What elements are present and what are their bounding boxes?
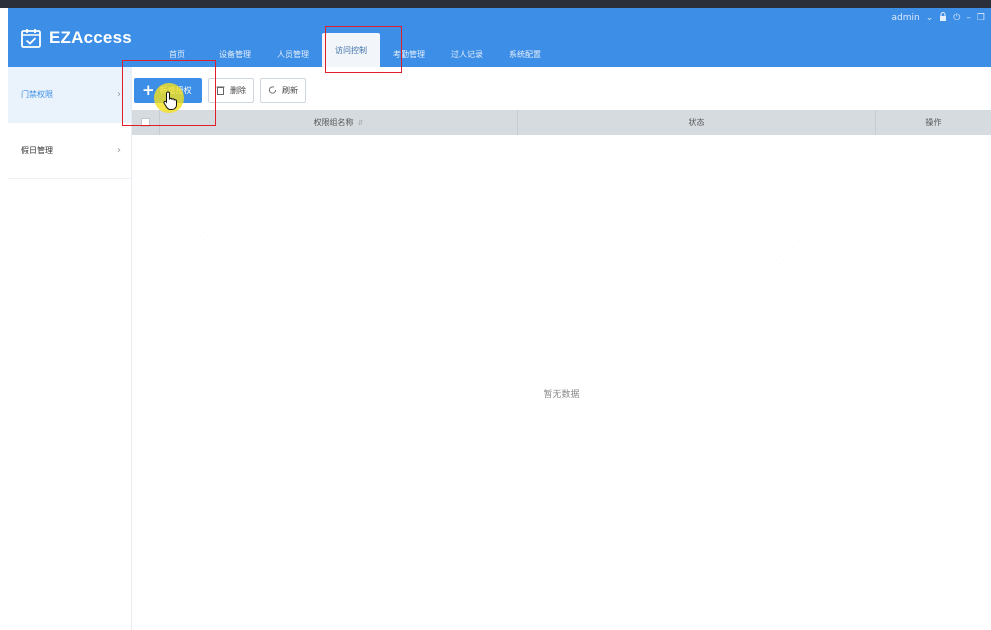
refresh-label: 刷新: [282, 86, 298, 95]
tab-system-config[interactable]: 系统配置: [496, 41, 554, 67]
column-header-name[interactable]: 权限组名称 ⇵: [160, 110, 518, 135]
main-nav: 首页 设备管理 人员管理 访问控制 考勤管理 过人记录 系统配置: [148, 8, 554, 67]
app-name: EZAccess: [49, 28, 132, 47]
watermark: · · · · · ·: [492, 338, 524, 366]
tab-home[interactable]: 首页: [148, 41, 206, 67]
chevron-right-icon: ›: [117, 89, 121, 100]
sidebar-item-label: 假日管理: [21, 146, 53, 155]
table-header: 权限组名称 ⇵ 状态 操作: [132, 110, 991, 135]
column-action-label: 操作: [925, 118, 942, 127]
column-status-label: 状态: [688, 118, 705, 127]
refresh-icon: [268, 85, 277, 97]
username[interactable]: admin: [892, 13, 920, 23]
power-icon[interactable]: ⏻: [953, 13, 960, 23]
lock-icon[interactable]: [939, 12, 947, 24]
column-name-label: 权限组名称: [313, 118, 354, 127]
app-logo[interactable]: EZAccess: [20, 26, 132, 50]
tab-access-control[interactable]: 访问控制: [322, 33, 380, 67]
column-header-status: 状态: [518, 110, 876, 135]
checkbox-icon: [141, 118, 150, 127]
watermark: · · · · · ·: [772, 238, 804, 266]
trash-icon: [216, 85, 225, 97]
delete-label: 删除: [230, 86, 246, 95]
plus-icon: +: [142, 81, 155, 99]
sidebar-item-label: 门禁权限: [21, 90, 53, 99]
app-window: EZAccess 首页 设备管理 人员管理 访问控制 考勤管理 过人记录 系统配…: [0, 0, 991, 630]
watermark: · · · · · ·: [192, 218, 224, 246]
minimize-icon[interactable]: –: [966, 13, 971, 23]
tab-pass-records[interactable]: 过人记录: [438, 41, 496, 67]
tab-personnel-management[interactable]: 人员管理: [264, 41, 322, 67]
user-area: admin ⌄ ⏻ – ❐: [892, 12, 985, 24]
hand-cursor-icon: [163, 91, 179, 115]
chevron-down-icon[interactable]: ⌄: [926, 13, 934, 23]
chevron-right-icon: ›: [117, 145, 121, 156]
delete-button[interactable]: 删除: [208, 78, 254, 103]
tab-attendance-management[interactable]: 考勤管理: [380, 41, 438, 67]
sidebar-item-holiday-management[interactable]: 假日管理 ›: [8, 123, 131, 179]
column-header-action: 操作: [876, 110, 991, 135]
title-strip: [0, 0, 991, 8]
sidebar: 门禁权限 › 假日管理 ›: [8, 67, 132, 630]
sidebar-item-access-permissions[interactable]: 门禁权限 ›: [8, 67, 131, 123]
select-all-checkbox[interactable]: [132, 110, 160, 135]
main-panel: + 新增授权 删除 刷新 权限组名称 ⇵: [132, 67, 991, 630]
header-bar: EZAccess 首页 设备管理 人员管理 访问控制 考勤管理 过人记录 系统配…: [8, 8, 991, 67]
empty-state-text: 暂无数据: [543, 390, 580, 400]
refresh-button[interactable]: 刷新: [260, 78, 306, 103]
restore-icon[interactable]: ❐: [977, 13, 985, 23]
calendar-check-icon: [20, 27, 42, 49]
tab-device-management[interactable]: 设备管理: [206, 41, 264, 67]
sort-icon[interactable]: ⇵: [358, 119, 364, 127]
